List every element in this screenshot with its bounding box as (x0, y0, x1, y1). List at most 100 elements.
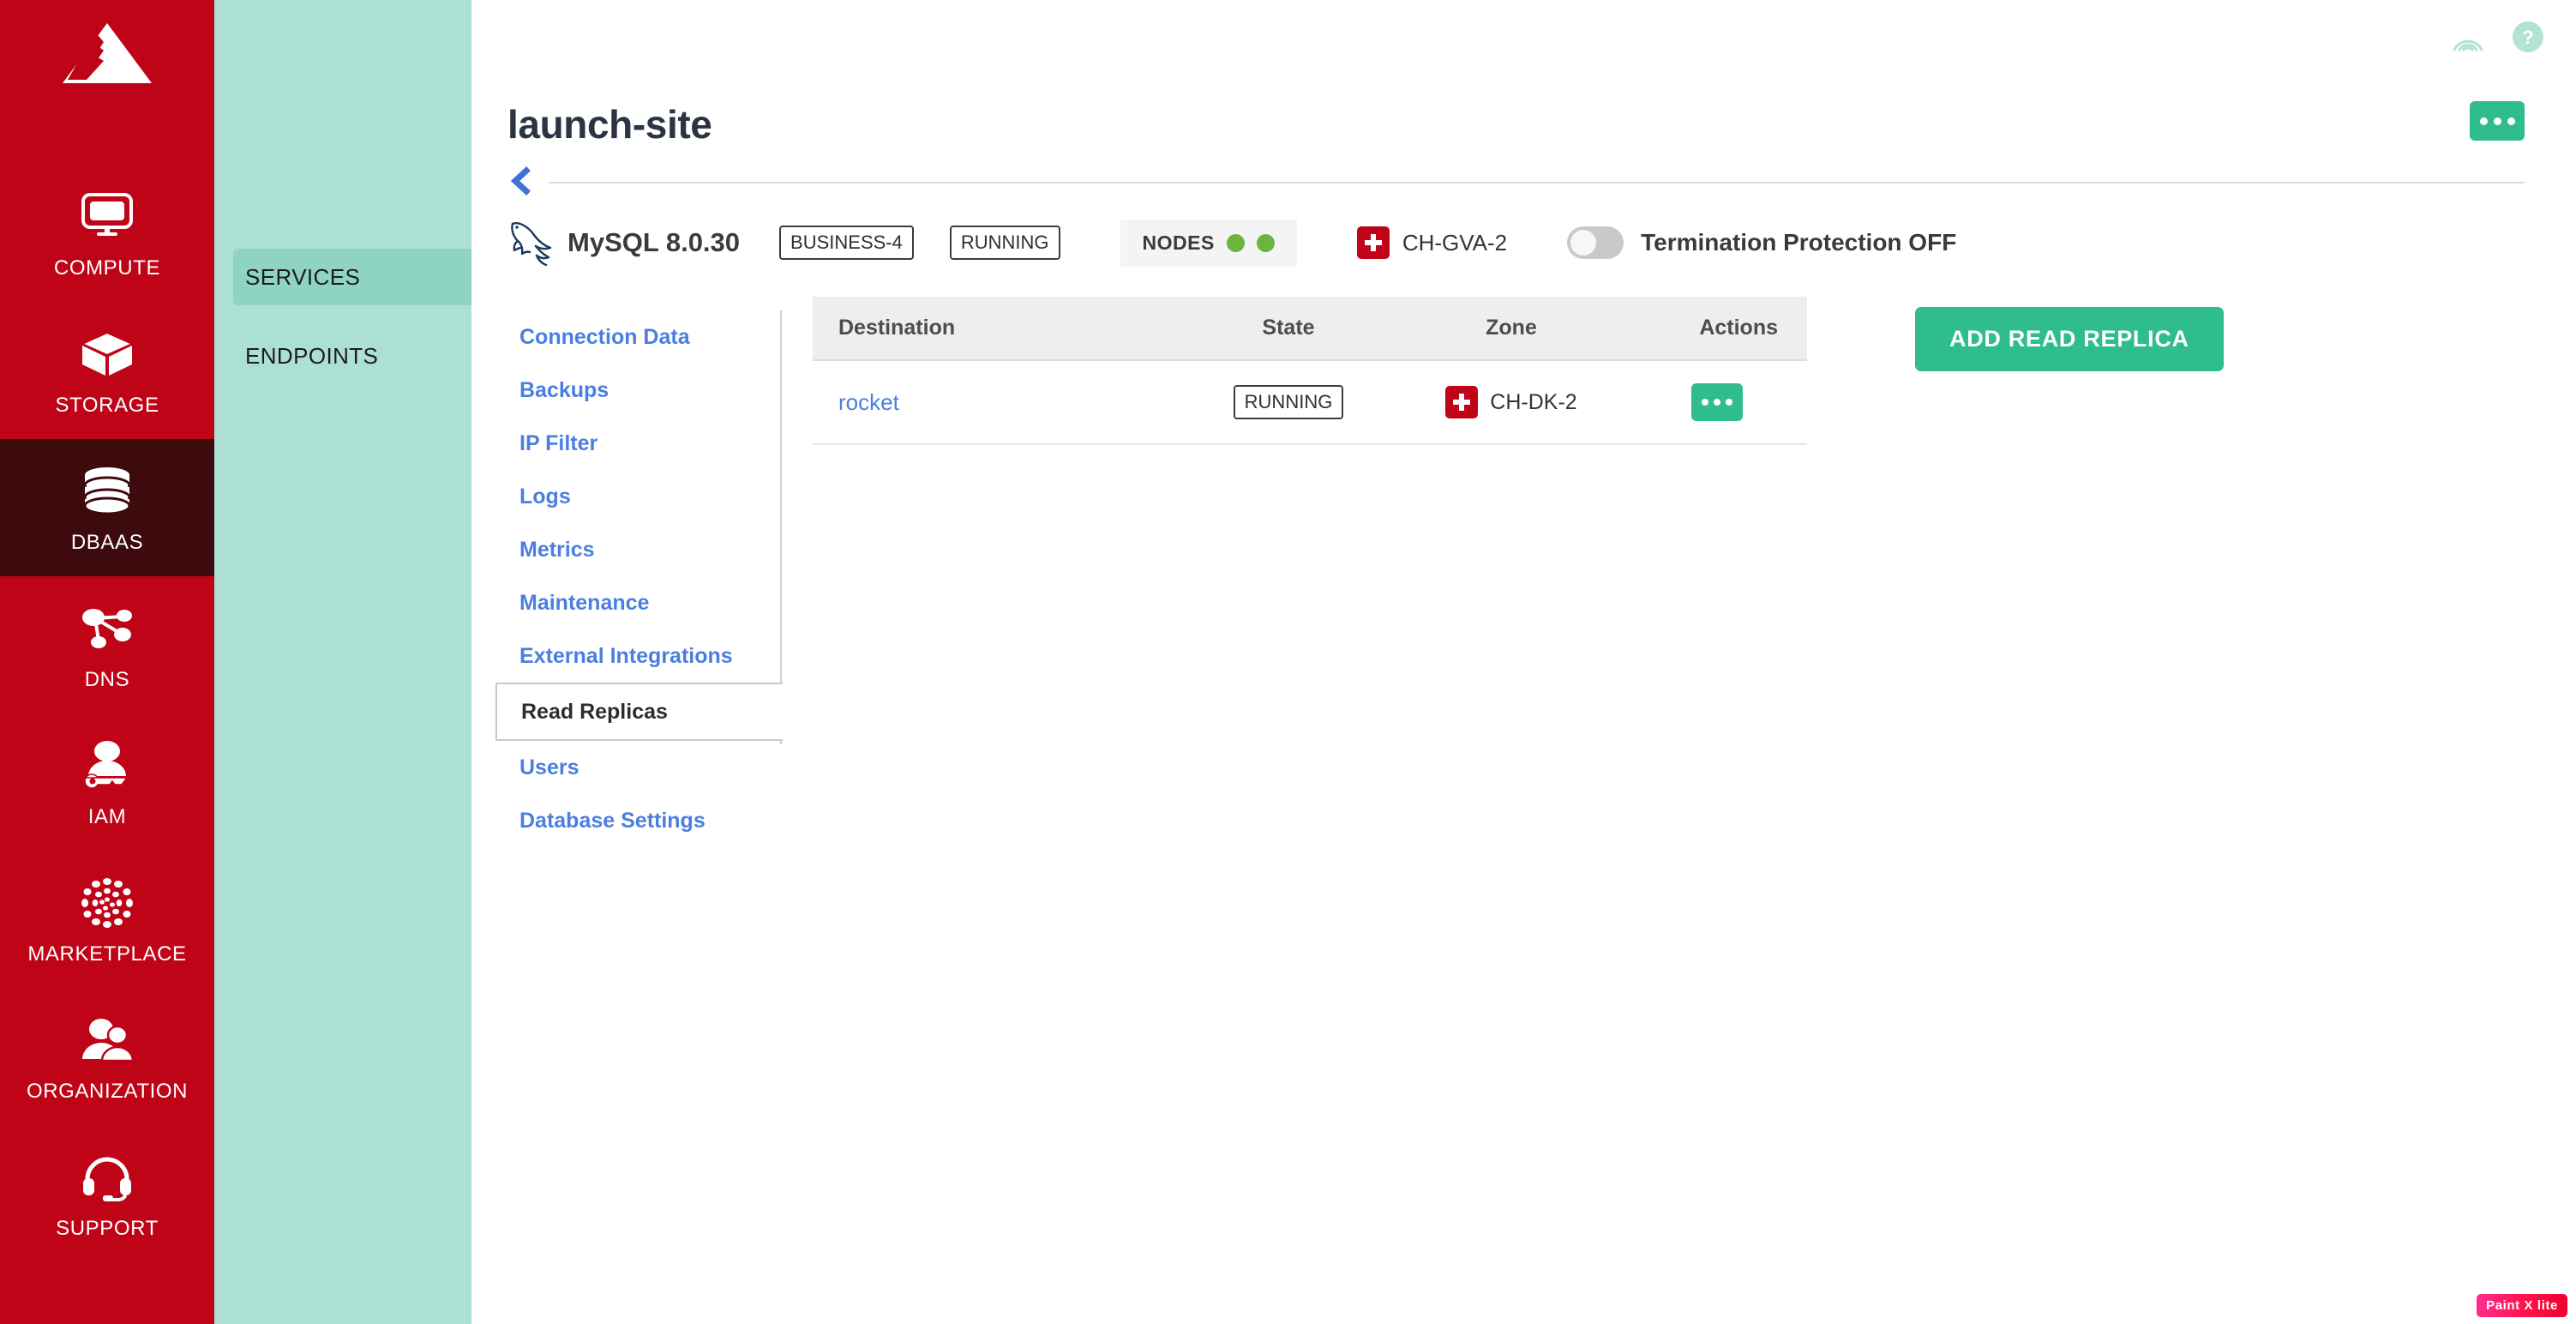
cell-destination: rocket (813, 360, 1181, 444)
tab-maintenance[interactable]: Maintenance (507, 576, 782, 629)
sidebar-item-label: COMPUTE (54, 256, 160, 280)
tab-label: Connection Data (519, 325, 690, 350)
sidebar-item-label: MARKETPLACE (27, 942, 186, 966)
add-read-replica-button[interactable]: ADD READ REPLICA (1915, 307, 2224, 371)
tab-users[interactable]: Users (507, 741, 782, 794)
swiss-flag-icon (1445, 386, 1478, 418)
column-header-actions: Actions (1627, 297, 1807, 360)
replica-destination-link[interactable]: rocket (838, 389, 899, 415)
tab-label: IP Filter (519, 431, 597, 456)
replica-zone-label: CH-DK-2 (1490, 390, 1576, 415)
table-header: Destination State Zone Actions (813, 297, 1807, 360)
dot (2507, 117, 2515, 125)
tab-label: Users (519, 755, 579, 780)
nodes-label: NODES (1143, 232, 1215, 255)
dot (2494, 117, 2501, 125)
table-body: rocket RUNNING CH-DK-2 (813, 360, 1807, 444)
toggle-knob (1570, 230, 1596, 256)
service-tab-nav: Connection Data Backups IP Filter Logs M… (507, 297, 782, 847)
tab-label: Backups (519, 378, 609, 403)
primary-sidebar-items: COMPUTE STORAGE (0, 165, 214, 1262)
secondary-sidebar: SERVICES ENDPOINTS (214, 0, 471, 1324)
database-icon (76, 460, 138, 522)
cell-zone: CH-DK-2 (1396, 360, 1627, 444)
network-icon (76, 598, 138, 659)
row-actions-kebab-button[interactable] (1691, 383, 1743, 421)
top-bar: ? (471, 0, 2576, 74)
service-detail-panel: Connection Data Backups IP Filter Logs M… (471, 274, 2576, 847)
sidebar-item-support[interactable]: SUPPORT (0, 1125, 214, 1262)
dot (1714, 399, 1720, 406)
page-title: launch-site (507, 101, 712, 147)
box-icon (76, 323, 138, 385)
column-header-state: State (1181, 297, 1396, 360)
service-status-strip: MySQL 8.0.30 BUSINESS-4 RUNNING NODES CH… (471, 196, 2576, 274)
main-content: ? launch-site (471, 0, 2576, 1324)
mysql-dolphin-icon (507, 218, 555, 268)
tab-label: Maintenance (519, 591, 649, 616)
dot (2480, 117, 2488, 125)
sidebar-item-storage[interactable]: STORAGE (0, 302, 214, 439)
subnav-item-label: SERVICES (245, 264, 360, 291)
horizontal-divider (549, 182, 2525, 184)
subnav-item-services[interactable]: SERVICES (233, 249, 471, 305)
tab-logs[interactable]: Logs (507, 470, 782, 523)
sidebar-item-marketplace[interactable]: MARKETPLACE (0, 851, 214, 988)
tab-label: Metrics (519, 538, 595, 563)
panel-side-actions: ADD READ REPLICA (1915, 297, 2224, 371)
node-status-dot (1257, 234, 1275, 252)
sidebar-item-dns[interactable]: DNS (0, 576, 214, 713)
monitor-icon (76, 186, 138, 248)
read-replicas-table-container: Destination State Zone Actions rocket (813, 297, 1807, 445)
termination-protection-toggle[interactable] (1567, 226, 1624, 259)
application-window: COMPUTE STORAGE (0, 0, 2576, 1324)
tab-label: Database Settings (519, 809, 706, 834)
subnav-item-endpoints[interactable]: ENDPOINTS (214, 328, 471, 384)
tab-external-integrations[interactable]: External Integrations (507, 629, 782, 683)
back-divider-row (471, 147, 2576, 196)
watermark-badge: Paint X lite (2477, 1294, 2567, 1317)
tab-label: External Integrations (519, 644, 733, 669)
tab-metrics[interactable]: Metrics (507, 523, 782, 576)
replica-state-badge: RUNNING (1234, 385, 1344, 419)
replica-zone: CH-DK-2 (1396, 386, 1627, 418)
tab-backups[interactable]: Backups (507, 364, 782, 417)
exoscale-pyramid-logo[interactable] (60, 19, 154, 87)
people-icon (76, 1009, 138, 1071)
dot (1726, 399, 1732, 406)
sidebar-item-iam[interactable]: IAM (0, 713, 214, 851)
sidebar-item-compute[interactable]: COMPUTE (0, 165, 214, 302)
sidebar-item-label: DNS (85, 668, 129, 692)
spiral-dots-icon (76, 872, 138, 934)
user-key-icon (76, 735, 138, 797)
page-header: launch-site (471, 74, 2576, 147)
service-zone-label: CH-GVA-2 (1402, 230, 1507, 256)
svg-text:?: ? (2522, 27, 2533, 48)
cell-state: RUNNING (1181, 360, 1396, 444)
tab-read-replicas[interactable]: Read Replicas (495, 683, 784, 741)
dot (1702, 399, 1708, 406)
sidebar-item-dbaas[interactable]: DBAAS (0, 439, 214, 576)
column-header-zone: Zone (1396, 297, 1627, 360)
tab-connection-data[interactable]: Connection Data (507, 310, 782, 364)
service-plan-badge: BUSINESS-4 (779, 226, 914, 260)
primary-sidebar: COMPUTE STORAGE (0, 0, 214, 1324)
node-status-dot (1227, 234, 1245, 252)
help-icon[interactable]: ? (2509, 18, 2547, 56)
service-zone: CH-GVA-2 (1357, 226, 1507, 259)
read-replicas-table: Destination State Zone Actions rocket (813, 297, 1807, 445)
tab-label: Logs (519, 484, 571, 509)
service-state-badge: RUNNING (950, 226, 1060, 260)
tab-label: Read Replicas (521, 700, 668, 725)
cell-actions (1627, 360, 1807, 444)
sidebar-item-organization[interactable]: ORGANIZATION (0, 988, 214, 1125)
page-actions-kebab-button[interactable] (2470, 101, 2525, 141)
back-chevron-icon[interactable] (507, 166, 537, 196)
nodes-indicator: NODES (1120, 220, 1297, 267)
tab-database-settings[interactable]: Database Settings (507, 794, 782, 847)
tab-ip-filter[interactable]: IP Filter (507, 417, 782, 470)
service-name: MySQL 8.0.30 (567, 227, 740, 258)
termination-protection-label: Termination Protection OFF (1641, 229, 1956, 256)
sidebar-item-label: STORAGE (55, 394, 159, 418)
broadcast-icon[interactable] (2449, 18, 2487, 56)
